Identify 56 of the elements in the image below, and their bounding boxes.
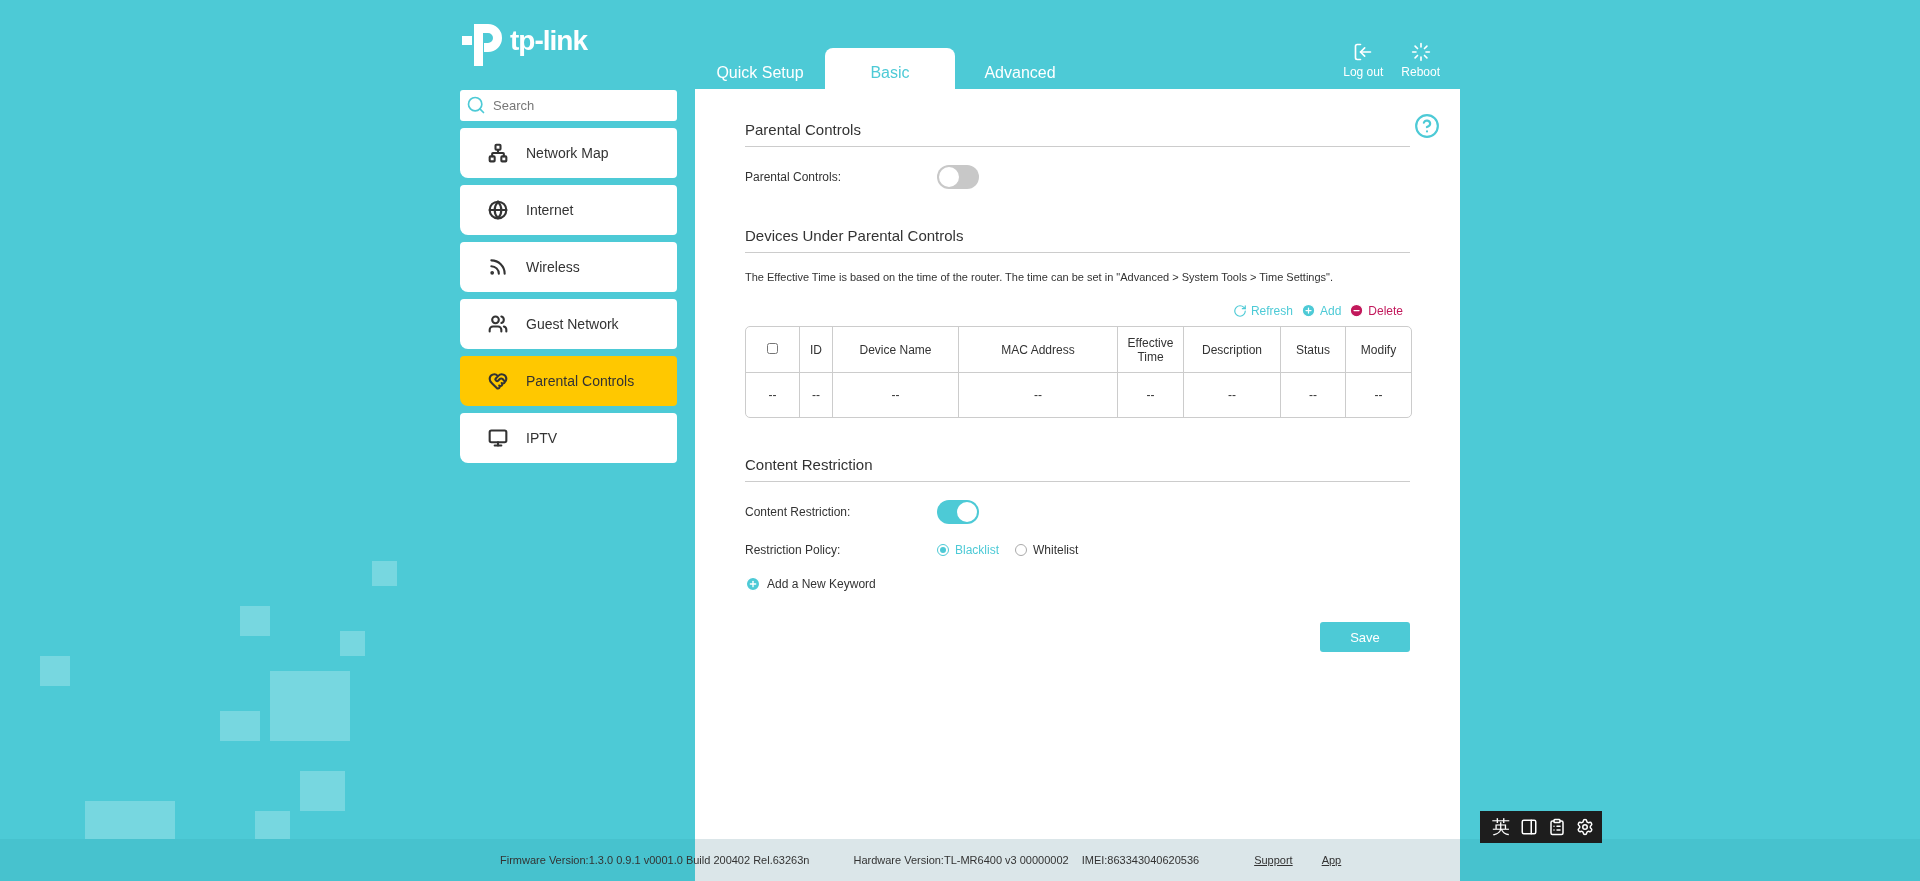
section-title: Devices Under Parental Controls [745, 227, 1410, 253]
table-cell: -- [1280, 373, 1345, 417]
input-mode-label[interactable]: 英 [1492, 815, 1510, 839]
column-header: Description [1183, 327, 1280, 373]
add-keyword-link[interactable]: Add a New Keyword [745, 576, 876, 592]
globe-icon [488, 200, 508, 220]
select-all-checkbox[interactable] [767, 342, 778, 354]
radio-option[interactable]: Whitelist [1015, 543, 1079, 557]
clipboard-icon[interactable] [1548, 818, 1566, 836]
settings-icon[interactable] [1576, 818, 1594, 836]
panel-icon[interactable] [1520, 818, 1538, 836]
people-icon [488, 314, 508, 334]
sidebar-item[interactable]: Network Map [460, 128, 677, 178]
logout-icon [1353, 42, 1374, 62]
column-header: ID [799, 327, 832, 373]
search-icon [466, 95, 486, 115]
network-map-icon [488, 143, 508, 163]
table-cell: -- [1183, 373, 1280, 417]
section-title: Content Restriction [745, 456, 1410, 482]
spinner-icon [1410, 42, 1431, 62]
table-cell: -- [958, 373, 1117, 417]
toggle-switch[interactable] [937, 500, 979, 524]
column-header: Effective Time [1117, 327, 1183, 373]
plus-icon [1300, 303, 1316, 318]
minus-icon [1349, 303, 1365, 318]
sidebar-item[interactable]: Guest Network [460, 299, 677, 349]
table-cell: -- [1345, 373, 1411, 417]
plus-icon [745, 576, 761, 592]
hardware-version: Hardware Version:TL-MR6400 v3 00000002 [853, 854, 1069, 866]
delete-button[interactable]: Delete [1349, 303, 1403, 318]
column-header: MAC Address [958, 327, 1117, 373]
field-label: Content Restriction: [745, 505, 852, 519]
sidebar-item[interactable]: Internet [460, 185, 677, 235]
table-cell: -- [832, 373, 958, 417]
wireless-icon [488, 257, 508, 277]
imei-text: IMEI:863343040620536 [1081, 854, 1200, 866]
monitor-icon [488, 428, 508, 448]
field-label: Restriction Policy: [745, 543, 842, 557]
table-cell: -- [799, 373, 832, 417]
sidebar-item[interactable]: Wireless [460, 242, 677, 292]
footer-link[interactable]: Support [1254, 854, 1293, 866]
toggle-switch[interactable] [937, 165, 979, 189]
search-field[interactable]: Search [460, 90, 677, 121]
sidebar-item[interactable]: Parental Controls [460, 356, 677, 406]
logo: tp-link [460, 20, 587, 70]
info-note: The Effective Time is based on the time of the router. The time can be set in "Advanced > System Tools > Time Settings". [745, 271, 1335, 283]
column-header: Device Name [832, 327, 958, 373]
sidebar-item[interactable]: IPTV [460, 413, 677, 463]
table-cell-text: -- [767, 387, 778, 404]
section-title: Parental Controls [745, 121, 1410, 147]
refresh-icon [1232, 303, 1247, 318]
column-header: Modify [1345, 327, 1411, 373]
field-label: Parental Controls: [745, 170, 843, 184]
column-header: Status [1280, 327, 1345, 373]
table-cell: -- [1117, 373, 1183, 417]
footer-link[interactable]: App [1321, 854, 1342, 866]
